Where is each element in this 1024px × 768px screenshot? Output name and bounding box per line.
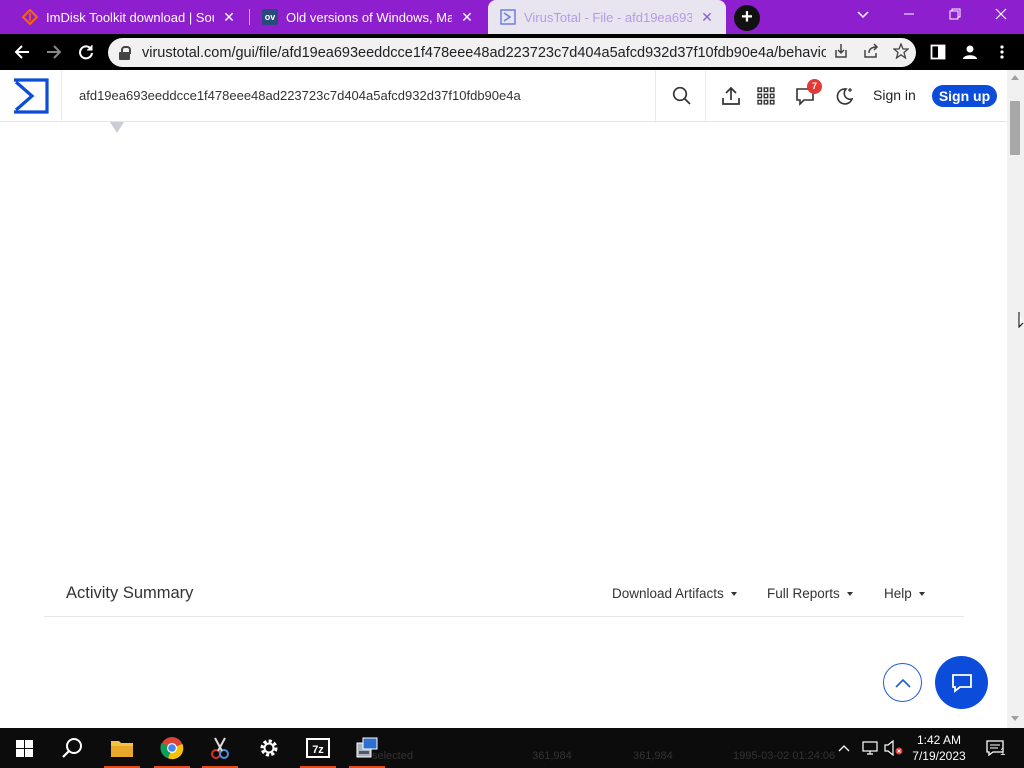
imdisk-icon xyxy=(356,737,378,758)
forward-button[interactable] xyxy=(40,38,68,66)
volume-tray-button[interactable] xyxy=(884,728,906,768)
tab-virustotal[interactable]: VirusTotal - File - afd19ea693e ✕ xyxy=(488,0,726,34)
new-tab-button[interactable]: + xyxy=(734,5,760,31)
ov-icon: ov xyxy=(262,9,278,25)
scrollbar-thumb[interactable] xyxy=(1010,101,1020,155)
start-icon xyxy=(15,739,33,757)
dropdown-label: Full Reports xyxy=(767,586,840,601)
partial-marker-icon xyxy=(110,122,124,133)
7zip-taskbar-button[interactable]: 7z xyxy=(294,728,342,768)
sourceforge-icon xyxy=(22,9,38,25)
minimize-button[interactable] xyxy=(886,0,932,32)
caret-down-icon xyxy=(918,592,925,597)
mouse-cursor-icon xyxy=(1018,312,1024,329)
scroll-to-top-button[interactable] xyxy=(883,663,922,702)
chat-icon xyxy=(951,673,972,693)
activity-summary-bar: Activity Summary Download Artifacts Full… xyxy=(44,572,964,617)
close-window-button[interactable] xyxy=(978,0,1024,32)
ghost-size-text: 361,984 xyxy=(532,750,572,762)
bookmark-star-icon[interactable] xyxy=(886,41,916,63)
taskbar-search-button[interactable] xyxy=(48,728,96,768)
download-artifacts-dropdown[interactable]: Download Artifacts xyxy=(612,586,737,601)
volume-muted-icon xyxy=(884,740,903,756)
chrome-taskbar-button[interactable] xyxy=(148,728,196,768)
caret-down-icon xyxy=(730,592,737,597)
apps-grid-icon[interactable] xyxy=(754,84,778,108)
network-icon xyxy=(862,741,878,755)
virustotal-icon xyxy=(500,9,516,25)
tab-imdisk[interactable]: ImDisk Toolkit download | Source ✕ xyxy=(10,0,248,34)
caret-down-icon xyxy=(846,592,853,597)
tab-title: VirusTotal - File - afd19ea693e xyxy=(524,9,692,25)
lock-icon xyxy=(118,45,132,60)
tab-old-versions[interactable]: ov Old versions of Windows, Mac an ✕ xyxy=(250,0,486,34)
tab-search-icon[interactable] xyxy=(840,0,886,32)
sign-in-link[interactable]: Sign in xyxy=(873,87,916,103)
file-explorer-taskbar-button[interactable] xyxy=(98,728,146,768)
upload-icon[interactable] xyxy=(719,84,743,108)
chevron-up-icon xyxy=(838,745,850,752)
dropdown-label: Help xyxy=(884,586,912,601)
clock-time: 1:42 AM xyxy=(916,733,962,747)
browser-tab-strip: ImDisk Toolkit download | Source ✕ ov Ol… xyxy=(0,0,1024,34)
chrome-icon xyxy=(160,737,184,760)
start-button[interactable] xyxy=(0,728,48,768)
help-dropdown[interactable]: Help xyxy=(884,586,925,601)
ghost-size-text: 361,984 xyxy=(633,750,673,762)
imdisk-taskbar-button[interactable] xyxy=(343,728,391,768)
search-input[interactable]: afd19ea693eeddcce1f478eee48ad223723c7d40… xyxy=(79,88,521,103)
notification-count-badge: 7 xyxy=(807,79,822,94)
svg-text:7z: 7z xyxy=(312,744,324,756)
taskbar-clock[interactable]: 1:42 AM 7/19/2023 xyxy=(906,732,972,764)
sign-up-button[interactable]: Sign up xyxy=(932,85,997,107)
ghost-date-text: 1995-03-02 01:24:06 xyxy=(733,750,836,762)
windows-taskbar: selected 361,984 361,984 1995-03-02 01:2… xyxy=(0,728,1024,768)
search-icon xyxy=(672,86,691,105)
virustotal-logo-icon[interactable] xyxy=(12,78,49,114)
side-panel-icon[interactable] xyxy=(923,38,953,66)
network-tray-button[interactable] xyxy=(862,728,882,768)
behavior-page-content: Activity Summary Download Artifacts Full… xyxy=(0,122,1007,728)
hash-search-box[interactable]: afd19ea693eeddcce1f478eee48ad223723c7d40… xyxy=(61,70,706,121)
snipping-tool-icon xyxy=(211,737,229,759)
dark-mode-icon[interactable] xyxy=(832,84,856,108)
activity-summary-title: Activity Summary xyxy=(66,584,194,602)
notification-center-count: 1 xyxy=(1000,747,1006,758)
tab-close-icon[interactable]: ✕ xyxy=(698,9,716,26)
7zip-icon: 7z xyxy=(306,738,330,758)
url-text: virustotal.com/gui/file/afd19ea693eeddcc… xyxy=(142,44,826,61)
chat-button[interactable] xyxy=(935,656,988,709)
notifications-icon[interactable]: 7 xyxy=(793,79,822,108)
back-button[interactable] xyxy=(8,38,36,66)
browser-toolbar: virustotal.com/gui/file/afd19ea693eeddcc… xyxy=(0,34,1024,70)
tab-title: Old versions of Windows, Mac an xyxy=(286,9,452,25)
share-icon[interactable] xyxy=(856,42,886,63)
screen: ImDisk Toolkit download | Source ✕ ov Ol… xyxy=(0,0,1024,768)
virustotal-header: afd19ea693eeddcce1f478eee48ad223723c7d40… xyxy=(0,70,1007,122)
browser-menu-icon[interactable] xyxy=(987,38,1017,66)
page-scrollbar[interactable] xyxy=(1007,70,1024,728)
tab-close-icon[interactable]: ✕ xyxy=(458,9,476,26)
search-button[interactable] xyxy=(655,70,707,121)
reload-button[interactable] xyxy=(72,38,100,66)
scroll-down-arrow-icon[interactable] xyxy=(1011,716,1019,721)
restore-button[interactable] xyxy=(932,0,978,32)
address-bar[interactable]: virustotal.com/gui/file/afd19ea693eeddcc… xyxy=(108,38,916,67)
install-app-icon[interactable] xyxy=(826,43,856,63)
full-reports-dropdown[interactable]: Full Reports xyxy=(767,586,853,601)
show-hidden-icons-button[interactable] xyxy=(838,728,858,768)
clock-date: 7/19/2023 xyxy=(912,749,966,763)
tab-close-icon[interactable]: ✕ xyxy=(220,9,238,26)
action-center-button[interactable]: 1 xyxy=(980,728,1012,768)
search-icon xyxy=(62,738,82,758)
tab-title: ImDisk Toolkit download | Source xyxy=(46,9,214,25)
settings-icon xyxy=(260,739,278,757)
file-explorer-icon xyxy=(111,741,133,757)
scroll-up-arrow-icon[interactable] xyxy=(1011,75,1019,80)
chevron-up-icon xyxy=(894,678,911,688)
profile-icon[interactable] xyxy=(955,38,985,66)
snipping-tool-taskbar-button[interactable] xyxy=(196,728,244,768)
dropdown-label: Download Artifacts xyxy=(612,586,724,601)
settings-taskbar-button[interactable] xyxy=(245,728,293,768)
